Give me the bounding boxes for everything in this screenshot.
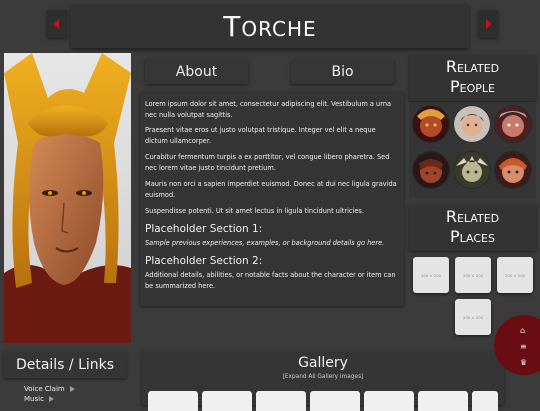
tab-bio[interactable]: Bio [291, 60, 394, 84]
place-placeholder-image[interactable]: 200 × 200 [455, 299, 491, 335]
related-places-heading: Related Places [409, 205, 536, 251]
section-2-title: Placeholder Section 2: [145, 255, 263, 267]
related-person-avatar[interactable] [413, 152, 449, 188]
section-2-text: Additional details, abilities, or notabl… [145, 271, 396, 290]
triangle-left-icon [53, 19, 59, 29]
home-icon: ⌂ [520, 326, 526, 335]
menu-icon: ≡ [520, 342, 527, 351]
music-label: Music [24, 395, 44, 403]
music-link[interactable]: Music [24, 395, 54, 403]
expand-gallery-link[interactable]: [Expand All Gallery Images] [142, 374, 504, 380]
next-page-button[interactable] [478, 10, 498, 38]
character-portrait [4, 53, 131, 343]
related-people-heading-line1: Related [445, 57, 500, 76]
gallery-thumbnail[interactable] [202, 391, 252, 411]
related-places-heading-line2: Places [450, 227, 495, 246]
details-links-heading: Details / Links [4, 352, 126, 378]
related-person-avatar[interactable] [454, 152, 490, 188]
crown-icon: ♛ [520, 358, 528, 367]
related-people-heading: Related People [409, 55, 536, 101]
place-placeholder-image[interactable]: 200 × 200 [455, 257, 491, 293]
place-placeholder-image[interactable]: 200 × 200 [413, 257, 449, 293]
previous-page-button[interactable] [47, 10, 67, 38]
voice-claim-link[interactable]: Voice Claim [24, 385, 75, 393]
gallery-panel: Gallery [Expand All Gallery Images] [142, 352, 504, 411]
tab-about[interactable]: About [145, 60, 248, 84]
title-bar: Torche [71, 4, 469, 48]
related-places-heading-line1: Related [445, 207, 500, 226]
gallery-thumbnail[interactable] [472, 391, 498, 411]
gallery-thumbnail[interactable] [256, 391, 306, 411]
section-1-title: Placeholder Section 1: [145, 223, 263, 235]
related-people-heading-line2: People [450, 77, 495, 96]
place-placeholder-image[interactable]: 200 × 200 [497, 257, 533, 293]
portrait-image [4, 53, 131, 343]
bio-paragraph: Mauris non orci a sapien imperdiet euism… [145, 180, 397, 199]
section-1-text: Sample previous experiences, examples, o… [145, 239, 385, 247]
bio-paragraph: Suspendisse potenti. Ut sit amet lectus … [145, 207, 364, 215]
triangle-right-icon [69, 386, 75, 392]
related-person-avatar[interactable] [495, 106, 531, 142]
gallery-thumbnail[interactable] [148, 391, 198, 411]
triangle-right-icon [486, 19, 492, 29]
bio-paragraph: Praesent vitae eros ut justo volutpat tr… [145, 126, 376, 145]
bio-paragraph: Curabitur fermentum turpis a ex porttito… [145, 153, 390, 172]
gallery-thumbnail[interactable] [310, 391, 360, 411]
home-button[interactable]: ⌂ [514, 323, 536, 337]
related-person-avatar[interactable] [413, 106, 449, 142]
triangle-right-icon [48, 396, 54, 402]
related-people-grid [409, 102, 536, 198]
gallery-title: Gallery [298, 355, 348, 371]
bio-paragraph: Lorem ipsum dolor sit amet, consectetur … [145, 100, 392, 119]
gallery-thumbnail[interactable] [418, 391, 468, 411]
bio-content: Lorem ipsum dolor sit amet, consectetur … [140, 92, 404, 306]
related-person-avatar[interactable] [454, 106, 490, 142]
crown-button[interactable]: ♛ [514, 355, 536, 369]
menu-button[interactable]: ≡ [514, 339, 536, 353]
gallery-thumbnail[interactable] [364, 391, 414, 411]
related-person-avatar[interactable] [495, 152, 531, 188]
voice-claim-label: Voice Claim [24, 385, 65, 393]
page-title: Torche [223, 9, 317, 43]
